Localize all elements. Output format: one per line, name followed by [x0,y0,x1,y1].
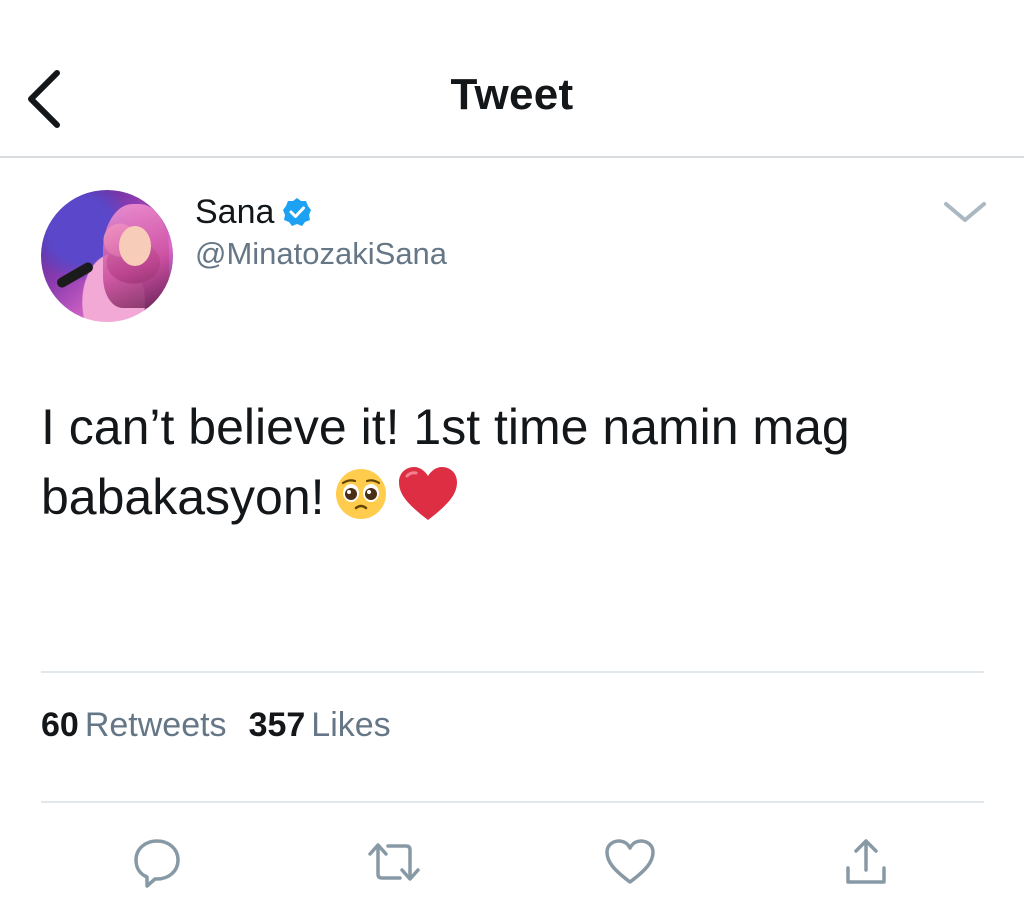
more-options-button[interactable] [940,192,990,232]
red-heart-icon [397,466,459,540]
likes-count: 357 [248,706,306,744]
tweet-body: I can’t believe it! 1st time namin mag b… [41,392,1001,540]
like-button[interactable] [600,832,660,892]
stats-bottom-divider [41,801,984,803]
header-divider [0,156,1024,158]
like-icon [605,839,655,884]
retweet-button[interactable] [364,832,424,892]
reply-icon [134,839,180,888]
nav-header: Tweet [0,0,1024,158]
avatar-mic-shape [55,260,95,290]
retweets-stat[interactable]: 60 Retweets [41,706,227,745]
retweets-label: Retweets [84,706,227,744]
stats-top-divider [41,671,984,673]
reply-button[interactable] [127,832,187,892]
share-icon [846,839,886,884]
retweet-icon [368,843,420,881]
tweet-detail-screen: Tweet Sana @MinatozakiSana I can’t belie… [0,0,1024,912]
retweets-count: 60 [41,706,79,744]
chevron-down-icon [944,202,986,222]
author-name: Sana [195,192,275,231]
avatar-face-shape [119,226,151,266]
share-button[interactable] [836,832,896,892]
verified-badge-icon [283,198,312,226]
avatar[interactable] [41,190,173,322]
tweet-stats: 60 Retweets 357 Likes [41,706,391,745]
page-title: Tweet [450,70,574,119]
pleading-face-icon [333,466,389,540]
likes-stat[interactable]: 357 Likes [249,706,391,745]
likes-label: Likes [311,706,391,744]
author-handle[interactable]: @MinatozakiSana [195,236,447,272]
author-name-row[interactable]: Sana [195,190,312,234]
